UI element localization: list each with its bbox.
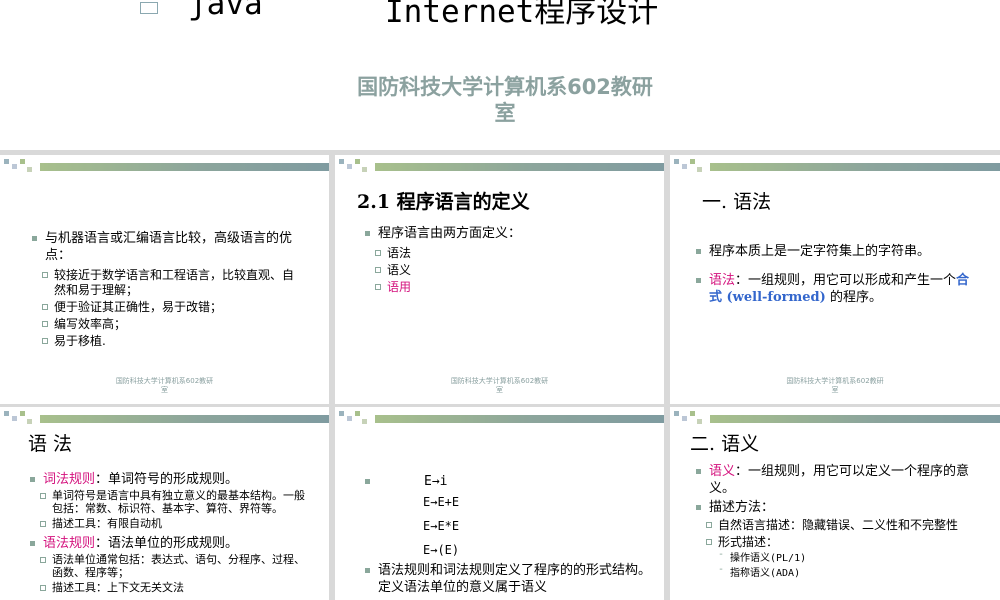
slide-title: 2.1 程序语言的定义 [357,191,530,213]
sub-bullet: 编写效率高； [42,317,297,332]
sub-bullet: 形式描述： [706,535,976,550]
title-right: Internet程序设计 [385,0,659,30]
slide5-content: E→i E→E+E E→E*E E→(E) 语法规则和词法规则定义了程序的的形式… [365,473,655,600]
slide-thumbnail-5[interactable]: E→i E→E+E E→E*E E→(E) 语法规则和词法规则定义了程序的的形式… [335,407,664,600]
slide-thumbnail-3[interactable]: 一. 语法 程序本质上是一定字符集上的字符串。 语法：一组规则，用它可以形成和产… [670,155,1000,404]
bullet: 词法规则：单词符号的形成规则。 [30,471,310,488]
slide1-content: 与机器语言或汇编语言比较，高级语言的优点： 较接近于数学语言和工程语言，比较直观… [32,230,297,351]
sub-bullet: 较接近于数学语言和工程语言，比较直观、自然和易于理解； [42,268,297,298]
sub-bullet: 语法单位通常包括：表达式、语句、分程序、过程、函数、程序等； [40,553,310,579]
slide-footer: 国防科技大学计算机系602教研室 [115,377,214,394]
slide2-content: 程序语言由两方面定义： 语法 语义 语用 [365,225,645,297]
sub-bullet: 单词符号是语言中具有独立意义的最基本结构。一般包括：常数、标识符、基本字、算符、… [40,489,310,515]
top-slide-subtitle: 国防科技大学计算机系602教研 室 [330,74,680,126]
bullet: 与机器语言或汇编语言比较，高级语言的优点： [32,230,297,264]
slide-header-bar [670,159,1000,175]
bullet: E→i [365,473,655,490]
sub-bullet: 描述工具：有限自动机 [40,517,310,530]
slide-header-bar [670,411,1000,427]
sub-bullet: 描述工具：上下文无关文法 [40,581,310,594]
slide-header-bar [335,411,664,427]
subtitle-line2: 室 [494,101,516,125]
sub-bullet: 语义 [375,263,645,278]
slide-thumbnail-4[interactable]: 语 法 词法规则：单词符号的形成规则。 单词符号是语言中具有独立意义的最基本结构… [0,407,329,600]
sub-bullet: 自然语言描述：隐藏错误、二义性和不完整性 [706,518,976,533]
sub-bullet: 语用 [375,280,645,295]
bullet: 语法规则和词法规则定义了程序的的形式结构。定义语法单位的意义属于语义 [365,562,655,596]
bullet: 语法规则：语法单位的形成规则。 [30,535,310,552]
slide-header-bar [335,159,664,175]
bullet: 描述方法： [696,499,976,516]
production: E→E+E [423,495,460,509]
slide-title: 语 法 [28,433,73,455]
slide-footer: 国防科技大学计算机系602教研室 [786,377,884,394]
sub-bullet: 语法 [375,246,645,261]
slide-thumbnail-1[interactable]: 与机器语言或汇编语言比较，高级语言的优点： 较接近于数学语言和工程语言，比较直观… [0,155,329,404]
bullet: 语法：一组规则，用它可以形成和产生一个合式 (well-formed) 的程序。 [696,272,976,306]
sub-sub-bullet: 操作语义(PL/1) [718,548,976,566]
slide3-content: 程序本质上是一定字符集上的字符串。 语法：一组规则，用它可以形成和产生一个合式 … [696,243,976,310]
subtitle-line1: 国防科技大学计算机系602教研 [357,75,653,99]
production: E→E*E [423,519,460,533]
slide-thumbnail-6[interactable]: 二. 语义 语义：一组规则，用它可以定义一个程序的意义。 描述方法： 自然语言描… [670,407,1000,600]
bullet: 语义：一组规则，用它可以定义一个程序的意义。 [696,463,976,497]
slide6-content: 语义：一组规则，用它可以定义一个程序的意义。 描述方法： 自然语言描述：隐藏错误… [696,463,976,582]
slide4-content: 词法规则：单词符号的形成规则。 单词符号是语言中具有独立意义的最基本结构。一般包… [30,471,310,596]
sub-bullet: 便于验证其正确性，易于改错； [42,300,297,315]
slide-header-bar [0,159,329,175]
title-left: java [188,0,263,22]
sub-sub-bullet: 指称语义(ADA) [718,563,976,581]
slide-title: 二. 语义 [690,433,760,455]
top-slide: java Internet程序设计 国防科技大学计算机系602教研 室 [0,0,1000,150]
slide-thumbnail-2[interactable]: 2.1 程序语言的定义 程序语言由两方面定义： 语法 语义 语用 国防科技大学计… [335,155,664,404]
production: E→(E) [423,543,460,557]
sub-bullet: 易于移植. [42,334,297,349]
bullet: 程序语言由两方面定义： [365,225,645,242]
bullet: 程序本质上是一定字符集上的字符串。 [696,243,976,260]
square-bullet-icon [140,2,158,14]
slide-footer: 国防科技大学计算机系602教研室 [450,377,549,394]
slide-header-bar [0,411,329,427]
slide-title: 一. 语法 [702,191,772,213]
